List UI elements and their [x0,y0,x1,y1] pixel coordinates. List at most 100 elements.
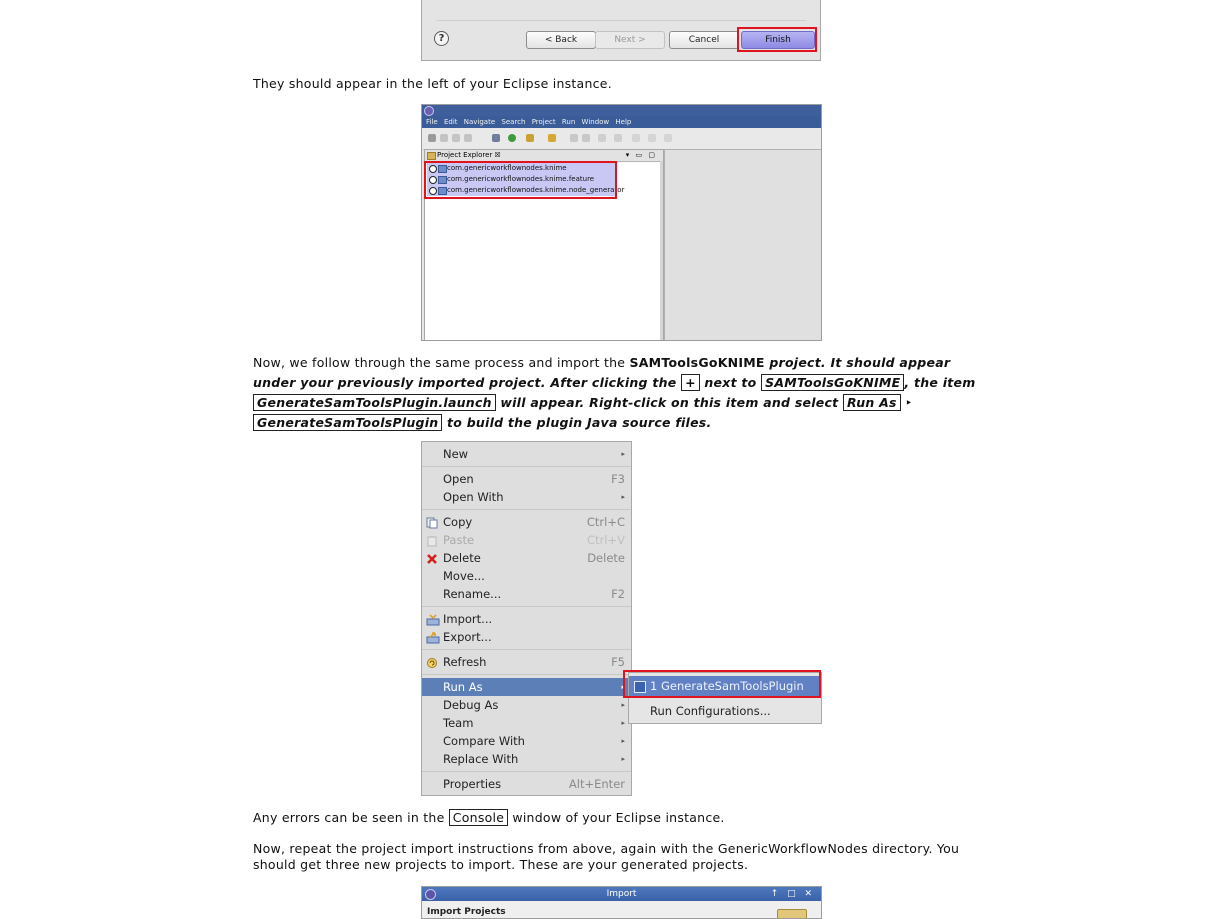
menu-file[interactable]: File [426,118,438,126]
menu-item-label: Run Configurations... [650,704,771,718]
menu-item-label: Export... [443,630,492,644]
menu-window[interactable]: Window [582,118,610,126]
menu-item-debug-as[interactable]: Debug As ▸ [422,696,631,714]
menu-arrow-icon: ‣ [904,395,913,410]
last-edit-icon[interactable] [632,134,640,142]
menu-item-label: Open With [443,490,504,504]
refresh-icon [426,656,438,668]
menu-item-refresh[interactable]: Refresh F5 [422,653,631,671]
history-icon[interactable] [648,134,656,142]
menu-item-export[interactable]: Export... [422,628,631,646]
menu-item-properties[interactable]: Properties Alt+Enter [422,775,631,793]
import-icon [426,613,440,626]
inline-code: + [681,374,700,391]
help-icon[interactable]: ? [434,31,449,46]
menu-item-open[interactable]: Open F3 [422,470,631,488]
chevron-right-icon: ▸ [621,719,625,727]
eclipse-title-bar [422,105,821,116]
menu-item-label: Properties [443,777,502,791]
paragraph-import-instructions: Now, we follow through the same process … [253,353,993,433]
divider [436,20,806,21]
back-button[interactable]: < Back [526,31,596,49]
menu-item-run-configurations[interactable]: Run Configurations... [629,701,821,721]
paragraph-console-note: Any errors can be seen in the Console wi… [253,809,725,826]
shortcut-label: F2 [611,587,625,601]
menu-item-team[interactable]: Team ▸ [422,714,631,732]
annotation-prev-icon[interactable] [582,134,590,142]
menu-item-move[interactable]: Move... [422,567,631,585]
save-all-icon[interactable] [452,134,460,142]
menu-item-copy[interactable]: Copy Ctrl+C [422,513,631,531]
menu-item-label: Import... [443,612,493,626]
text: to build the plugin Java source files. [442,415,712,430]
text: next to [699,375,762,390]
import-dialog-screenshot: Import ↑ □ ✕ Import Projects [421,886,822,919]
window-controls[interactable]: ↑ □ ✕ [771,887,815,901]
menu-item-new[interactable]: New ▸ [422,445,631,463]
menu-help[interactable]: Help [615,118,631,126]
annotation-next-icon[interactable] [570,134,578,142]
menu-item-rename[interactable]: Rename... F2 [422,585,631,603]
save-icon[interactable] [440,134,448,142]
paragraph-eclipse-note: They should appear in the left of your E… [253,76,612,91]
finish-highlight-box [737,27,817,52]
menu-item-label: Compare With [443,734,525,748]
inline-code: SAMToolsGoKNIME [761,374,905,391]
menu-item-open-with[interactable]: Open With ▸ [422,488,631,506]
debug-icon[interactable] [492,134,500,142]
copy-icon [426,516,438,529]
divider [422,466,631,467]
menu-run[interactable]: Run [562,118,575,126]
menu-item-compare-with[interactable]: Compare With ▸ [422,732,631,750]
menu-item-replace-with[interactable]: Replace With ▸ [422,750,631,768]
project-explorer-icon [427,152,436,160]
export-icon [426,631,440,644]
view-controls[interactable]: ▾ ▭ ▢ [626,150,657,161]
menu-item-import[interactable]: Import... [422,610,631,628]
shortcut-label: Alt+Enter [568,777,625,791]
forward-nav-icon[interactable] [614,134,622,142]
menu-item-run-as[interactable]: Run As ▸ [422,678,631,696]
text: Now, we follow through the same process … [253,355,630,370]
menu-item-label: Move... [443,569,485,583]
import-title-bar: Import ↑ □ ✕ [422,887,821,901]
menu-item-label: Open [443,472,474,486]
cancel-button[interactable]: Cancel [669,31,739,49]
shortcut-label: F3 [611,472,625,486]
history-forward-icon[interactable] [664,134,672,142]
paste-icon [426,534,438,547]
menu-edit[interactable]: Edit [444,118,458,126]
project-explorer-tab-label: Project Explorer ☒ [437,151,501,159]
shortcut-label: Ctrl+V [587,533,625,547]
chevron-right-icon: ▸ [621,450,625,458]
print-icon[interactable] [464,134,472,142]
project-name: SAMToolsGoKNIME [629,355,765,370]
divider [422,674,631,675]
menu-item-paste[interactable]: Paste Ctrl+V [422,531,631,549]
delete-icon [426,552,438,564]
open-type-icon[interactable] [548,134,556,142]
divider [422,509,631,510]
menu-project[interactable]: Project [532,118,556,126]
run-icon[interactable] [508,134,516,142]
menu-item-label: New [443,447,469,461]
paragraph-repeat-instructions: Now, repeat the project import instructi… [253,841,960,872]
new-icon[interactable] [428,134,436,142]
inline-code: GenerateSamToolsPlugin.launch [253,394,496,411]
inline-code: GenerateSamToolsPlugin [253,414,443,431]
external-tools-icon[interactable] [526,134,534,142]
divider [422,771,631,772]
scrollbar[interactable] [660,161,663,340]
menu-search[interactable]: Search [501,118,525,126]
menu-navigate[interactable]: Navigate [464,118,495,126]
inline-code: Console [448,809,509,826]
shortcut-label: Delete [587,551,625,565]
back-nav-icon[interactable] [598,134,606,142]
divider [422,649,631,650]
eclipse-toolbar [422,128,821,150]
text: Any errors can be seen in the [253,810,449,825]
menu-item-label: Debug As [443,698,499,712]
menu-item-delete[interactable]: Delete Delete [422,549,631,567]
eclipse-logo-icon [425,889,436,900]
next-button[interactable]: Next > [595,31,665,49]
